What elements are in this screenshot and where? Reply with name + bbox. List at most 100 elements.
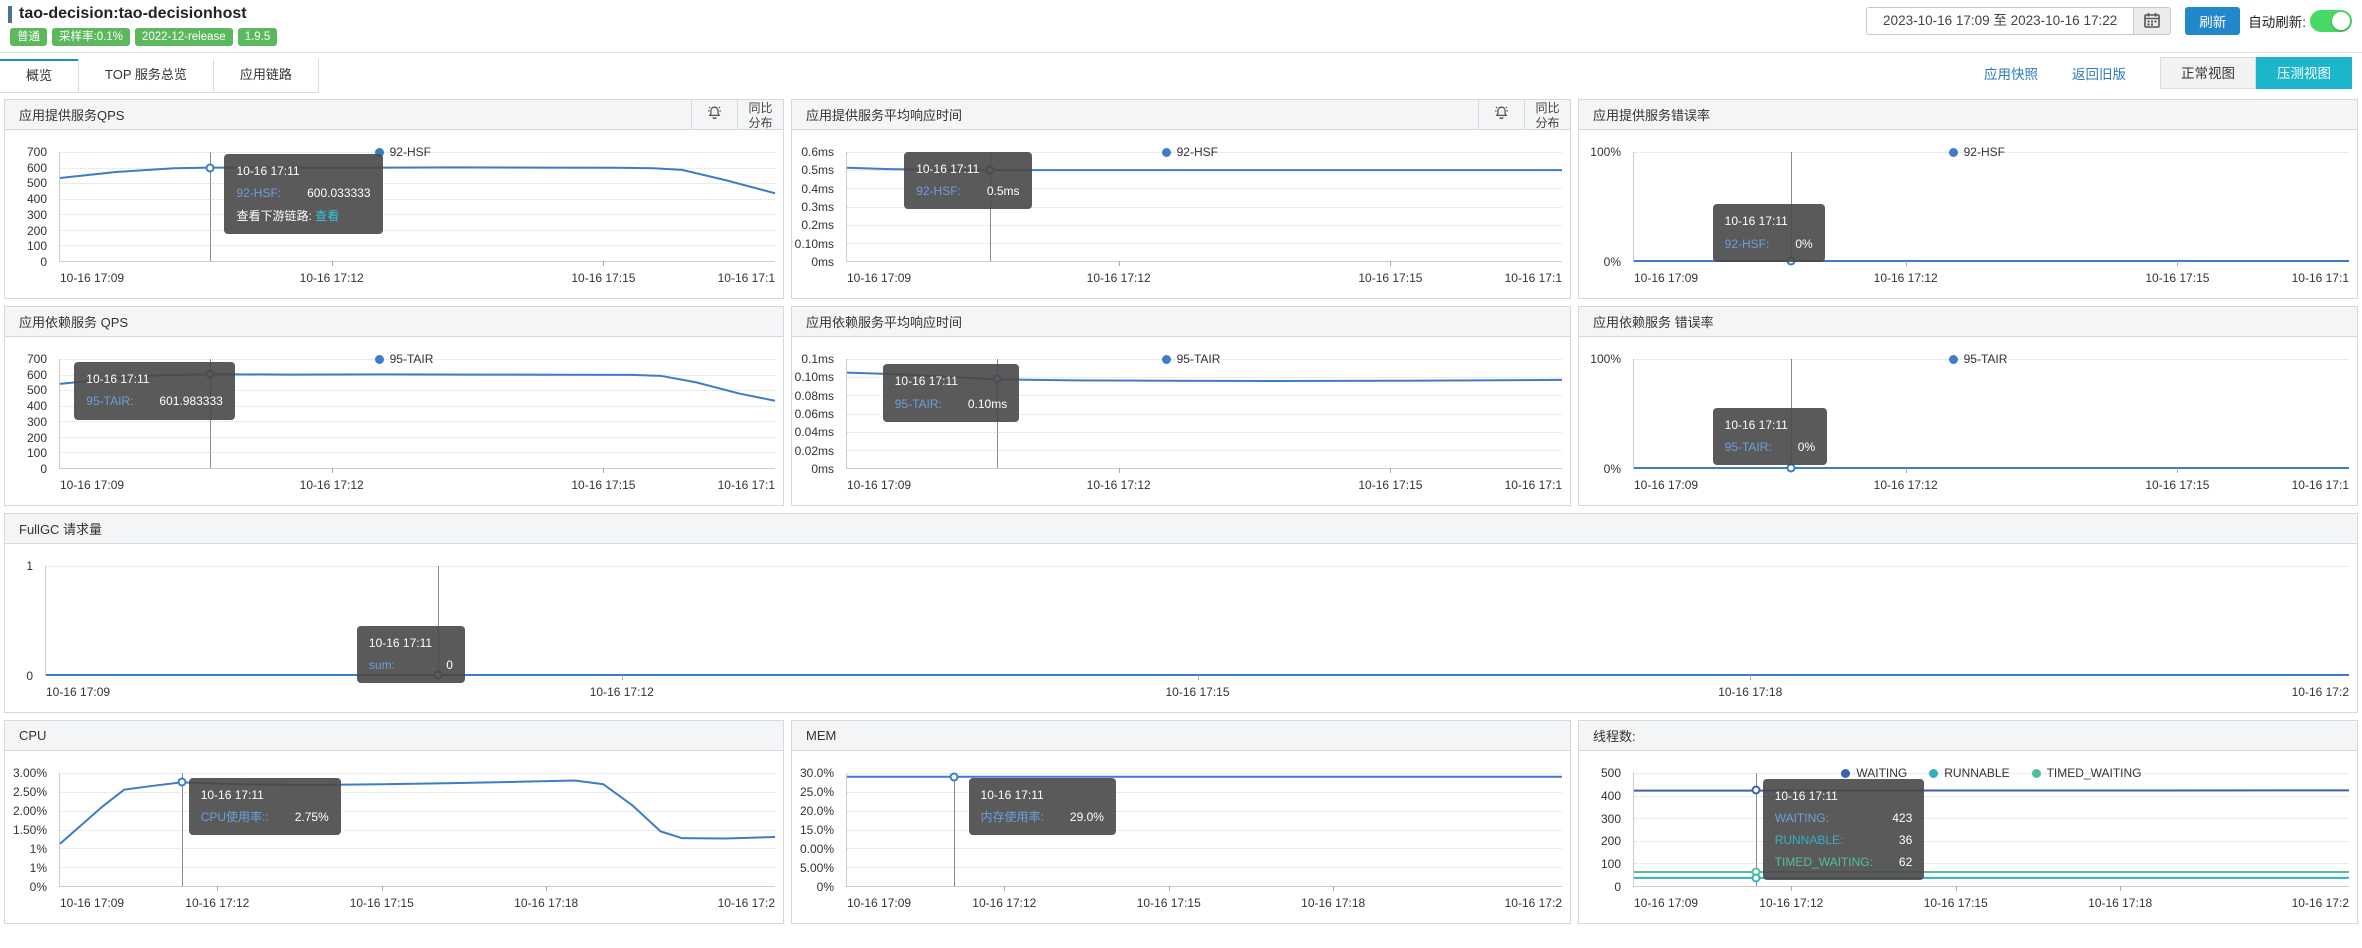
legend-item-RUNNABLE[interactable]: RUNNABLE bbox=[1929, 766, 2009, 780]
x-axis-tick bbox=[603, 261, 604, 266]
x-axis-tick-label: 10-16 17:12 bbox=[1759, 896, 1823, 910]
legend-item-TIMED_WAITING[interactable]: TIMED_WAITING bbox=[2032, 766, 2142, 780]
view-downstream-trace-link[interactable]: 查看 bbox=[315, 209, 339, 223]
calendar-button[interactable] bbox=[2133, 7, 2171, 35]
x-axis-tick-label: 10-16 17:1 bbox=[1505, 271, 1562, 285]
chart-card-header: 应用依赖服务平均响应时间 bbox=[792, 307, 1570, 337]
y-axis-tick-label: 200 bbox=[27, 431, 47, 445]
tab-top-services[interactable]: TOP 服务总览 bbox=[78, 59, 214, 93]
chart-controls: 同比分布 bbox=[1478, 100, 1570, 129]
chart-card-threads: 线程数:5004003002001000WAITINGRUNNABLETIMED… bbox=[1578, 720, 2358, 924]
chart-card-provide-qps: 应用提供服务QPS同比分布700600500400300200100092-HS… bbox=[4, 99, 784, 299]
chart-legend: 92-HSF bbox=[1949, 145, 2005, 159]
x-axis-tick-label: 10-16 17:12 bbox=[300, 271, 364, 285]
compare-distribution-controls: 同比分布 bbox=[1524, 100, 1570, 129]
tooltip-value: 601.983333 bbox=[159, 390, 222, 412]
legend-item-95-TAIR[interactable]: 95-TAIR bbox=[1162, 352, 1221, 366]
x-axis-tick bbox=[1169, 886, 1170, 891]
y-axis: 0.1ms0.10ms0.08ms0.06ms0.04ms0.02ms0ms bbox=[792, 359, 838, 469]
chart-tooltip: 10-16 17:1195-TAIR:601.983333 bbox=[74, 362, 235, 419]
chart-tooltip: 10-16 17:11CPU使用率::2.75% bbox=[189, 778, 341, 835]
tab-list: 概览TOP 服务总览应用链路 bbox=[0, 59, 319, 93]
legend-item-92-HSF[interactable]: 92-HSF bbox=[1949, 145, 2005, 159]
stress-view-button[interactable]: 压测视图 bbox=[2256, 57, 2352, 89]
y-axis-tick-label: 200 bbox=[1601, 834, 1621, 848]
alarm-bell-button[interactable] bbox=[1478, 100, 1524, 129]
tooltip-time: 10-16 17:11 bbox=[1725, 210, 1813, 232]
x-axis-tick bbox=[603, 468, 604, 473]
y-axis: 30.0%25.0%20.0%15.0%0.00%5.00%0% bbox=[792, 773, 838, 887]
y-axis-tick-label: 1% bbox=[30, 861, 47, 875]
chart-card-header: 应用提供服务错误率 bbox=[1579, 100, 2357, 130]
tooltip-series-label: 内存使用率: bbox=[981, 806, 1044, 828]
y-axis-tick-label: 300 bbox=[1601, 812, 1621, 826]
tooltip-row: 92-HSF:600.033333 bbox=[236, 182, 370, 204]
x-axis-tick-label: 10-16 17:12 bbox=[972, 896, 1036, 910]
legend-dot bbox=[1949, 148, 1958, 157]
series-lines bbox=[60, 773, 775, 886]
chart-tooltip: 10-16 17:11WAITING:423RUNNABLE:36TIMED_W… bbox=[1763, 779, 1925, 881]
tooltip-value: 0.10ms bbox=[968, 393, 1007, 415]
legend-item-WAITING[interactable]: WAITING bbox=[1841, 766, 1907, 780]
chart-card-fullgc: FullGC 请求量1010-16 17:11sum:010-16 17:091… bbox=[4, 513, 2358, 713]
tooltip-row: 92-HSF:0.5ms bbox=[916, 180, 1019, 202]
tooltip-time: 10-16 17:11 bbox=[1725, 414, 1815, 436]
data-point-marker bbox=[1751, 873, 1760, 882]
x-axis-tick-label: 10-16 17:1 bbox=[2292, 271, 2349, 285]
x-axis-tick-label: 10-16 17:09 bbox=[46, 685, 110, 699]
x-axis-tick bbox=[2120, 886, 2121, 891]
legend-label: 95-TAIR bbox=[1964, 352, 2008, 366]
y-axis-tick-label: 15.0% bbox=[800, 823, 834, 837]
tooltip-row: 95-TAIR:0.10ms bbox=[895, 393, 1007, 415]
distribution-link[interactable]: 分布 bbox=[1525, 115, 1570, 130]
alarm-bell-button[interactable] bbox=[691, 100, 737, 129]
app-snapshot-link[interactable]: 应用快照 bbox=[1984, 63, 2038, 83]
legend-item-92-HSF[interactable]: 92-HSF bbox=[1162, 145, 1218, 159]
distribution-link[interactable]: 分布 bbox=[738, 115, 783, 130]
refresh-button[interactable]: 刷新 bbox=[2185, 7, 2240, 35]
x-axis-tick-label: 10-16 17:18 bbox=[1718, 685, 1782, 699]
legend-item-95-TAIR[interactable]: 95-TAIR bbox=[1949, 352, 2008, 366]
legend-dot bbox=[2032, 769, 2041, 778]
x-axis-tick bbox=[1198, 675, 1199, 680]
tooltip-value: 36 bbox=[1899, 829, 1912, 851]
x-axis-tick bbox=[2177, 468, 2178, 473]
tabbar: 概览TOP 服务总览应用链路 应用快照 返回旧版 正常视图压测视图 bbox=[0, 52, 2362, 93]
auto-refresh-toggle[interactable] bbox=[2310, 10, 2352, 32]
toggle-knob bbox=[2332, 12, 2350, 30]
chart-card-header: 应用提供服务QPS同比分布 bbox=[5, 100, 783, 130]
crosshair-line bbox=[954, 773, 955, 886]
normal-view-button[interactable]: 正常视图 bbox=[2160, 57, 2256, 89]
y-axis-tick-label: 100% bbox=[1590, 145, 1621, 159]
y-axis-tick-label: 3.00% bbox=[13, 766, 47, 780]
tooltip-value: 423 bbox=[1892, 807, 1912, 829]
back-old-version-link[interactable]: 返回旧版 bbox=[2072, 63, 2126, 83]
tooltip-row: 内存使用率:29.0% bbox=[981, 806, 1104, 828]
y-axis-tick-label: 0.06ms bbox=[795, 407, 834, 421]
x-axis-tick-label: 10-16 17:2 bbox=[1505, 896, 1562, 910]
compare-link[interactable]: 同比 bbox=[738, 100, 783, 115]
legend-item-92-HSF[interactable]: 92-HSF bbox=[375, 145, 431, 159]
y-axis-tick-label: 20.0% bbox=[800, 804, 834, 818]
x-axis-tick-label: 10-16 17:18 bbox=[1301, 896, 1365, 910]
chart-card-mem: MEM30.0%25.0%20.0%15.0%0.00%5.00%0%10-16… bbox=[791, 720, 1571, 924]
y-axis-tick-label: 100 bbox=[1601, 857, 1621, 871]
date-range-input[interactable]: 2023-10-16 17:09 至 2023-10-16 17:22 bbox=[1866, 7, 2133, 35]
title-accent-bar bbox=[8, 6, 12, 23]
chart-body: 1010-16 17:11sum:010-16 17:0910-16 17:12… bbox=[5, 544, 2357, 712]
x-axis-tick bbox=[1004, 886, 1005, 891]
x-axis-tick bbox=[332, 468, 333, 473]
legend-item-95-TAIR[interactable]: 95-TAIR bbox=[375, 352, 434, 366]
tooltip-row: 92-HSF:0% bbox=[1725, 233, 1813, 255]
y-axis-tick-label: 600 bbox=[27, 161, 47, 175]
chart-controls: 同比分布 bbox=[691, 100, 783, 129]
x-axis-tick-label: 10-16 17:09 bbox=[1634, 478, 1698, 492]
compare-link[interactable]: 同比 bbox=[1525, 100, 1570, 115]
legend-label: 95-TAIR bbox=[1177, 352, 1221, 366]
tab-app-trace[interactable]: 应用链路 bbox=[213, 59, 319, 93]
chart-title: 应用依赖服务 QPS bbox=[5, 312, 128, 331]
x-axis-tick-label: 10-16 17:18 bbox=[514, 896, 578, 910]
chart-card-depend-rt: 应用依赖服务平均响应时间 0.1ms0.10ms0.08ms0.06ms0.04m… bbox=[791, 306, 1571, 506]
chart-card-header: 应用提供服务平均响应时间同比分布 bbox=[792, 100, 1570, 130]
tab-overview[interactable]: 概览 bbox=[0, 59, 79, 93]
